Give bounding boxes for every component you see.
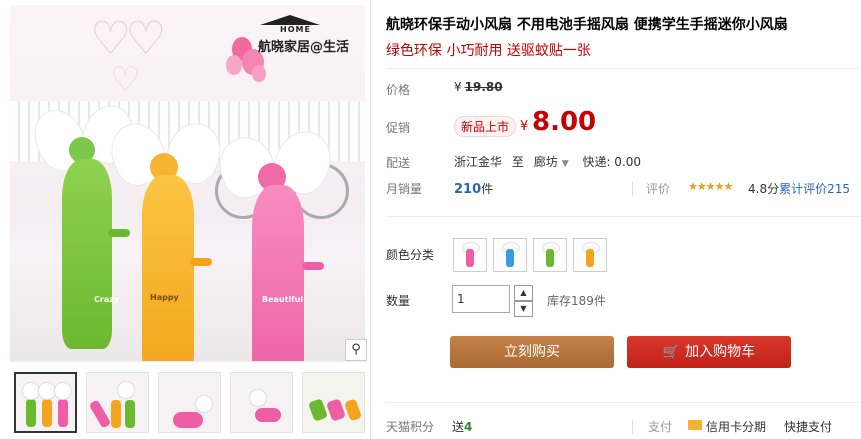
- points-value: 送4: [452, 420, 473, 434]
- product-info: 航晓环保手动小风扇 不用电池手摇风扇 便携学生手摇迷你小风扇 绿色环保 小巧耐用…: [386, 0, 861, 439]
- fan-label: Crazy: [94, 295, 120, 304]
- thumbnail[interactable]: [302, 372, 365, 433]
- divider: [386, 216, 861, 217]
- balloon: [226, 55, 242, 75]
- quantity-increase-button[interactable]: ▲: [514, 285, 533, 301]
- balloon: [252, 65, 266, 82]
- ship-to-select[interactable]: 廊坊 ▼: [534, 155, 569, 169]
- cart-icon: 🛒: [662, 345, 680, 360]
- fan-label: Happy: [150, 293, 179, 302]
- add-to-cart-button[interactable]: 🛒 加入购物车: [627, 336, 791, 368]
- payment-label: 支付: [648, 420, 673, 434]
- color-swatch-pink[interactable]: [453, 238, 487, 272]
- points-label: 天猫积分: [386, 420, 435, 434]
- product-gallery: ♡♡ ♡ HOME 航晓家居@生活 Crazy Happy Beautiful …: [0, 0, 371, 439]
- thumbnail-strip: [14, 372, 365, 434]
- shipping-info: 浙江金华 至 廊坊 ▼ 快递: 0.00: [454, 155, 642, 169]
- monthly-sales-label: 月销量: [386, 182, 423, 196]
- fan-label: Beautiful: [262, 295, 304, 304]
- color-label: 颜色分类: [386, 248, 435, 262]
- original-price: ¥19.80: [454, 80, 503, 94]
- color-swatch-yellow[interactable]: [573, 238, 607, 272]
- quantity-label: 数量: [386, 294, 411, 308]
- thumbnail[interactable]: [86, 372, 149, 433]
- ship-from: 浙江金华: [454, 155, 503, 169]
- main-product-image[interactable]: ♡♡ ♡ HOME 航晓家居@生活 Crazy Happy Beautiful: [10, 5, 365, 362]
- quantity-input[interactable]: [452, 285, 510, 313]
- rating-label: 评价: [646, 182, 671, 196]
- store-watermark: HOME 航晓家居@生活: [252, 15, 364, 57]
- shipping-fee: 快递: 0.00: [582, 155, 642, 169]
- shipping-label: 配送: [386, 156, 411, 170]
- divider: [632, 182, 633, 196]
- price-label: 价格: [386, 83, 411, 97]
- divider: [386, 402, 861, 403]
- promo-label: 促销: [386, 121, 411, 135]
- color-swatch-blue[interactable]: [493, 238, 527, 272]
- heart-decoration: ♡♡ ♡: [90, 11, 167, 100]
- rating-stars-icon: ★★★★★: [688, 180, 733, 193]
- promo-price: 8.00: [532, 107, 597, 137]
- quickpay-link[interactable]: 快捷支付: [784, 418, 832, 435]
- chevron-down-icon: ▼: [561, 159, 569, 169]
- product-subtitle: 绿色环保 小巧耐用 送驱蚊贴一张: [386, 43, 591, 59]
- buy-now-button[interactable]: 立刻购买: [450, 336, 614, 368]
- color-swatch-green[interactable]: [533, 238, 567, 272]
- credit-card-icon: [688, 420, 702, 430]
- thumbnail[interactable]: [158, 372, 221, 433]
- currency-symbol: ¥: [520, 119, 529, 134]
- stock-count: 库存189件: [547, 294, 606, 308]
- product-title: 航晓环保手动小风扇 不用电池手摇风扇 便携学生手摇迷你小风扇: [386, 17, 788, 33]
- sales-row: 月销量 210件 评价 ★★★★★ 4.8分累计评价215: [386, 180, 861, 202]
- rating-value[interactable]: 4.8分累计评价215: [748, 180, 850, 197]
- divider: [632, 420, 633, 434]
- quantity-decrease-button[interactable]: ▼: [514, 301, 533, 317]
- monthly-sales-count: 210件: [454, 182, 494, 197]
- thumbnail[interactable]: [230, 372, 293, 433]
- installment-link[interactable]: 信用卡分期: [706, 418, 766, 435]
- magnifier-icon[interactable]: ⚲: [345, 339, 367, 361]
- house-icon: [260, 15, 320, 25]
- promo-badge: 新品上市: [454, 116, 517, 137]
- thumbnail[interactable]: [14, 372, 77, 433]
